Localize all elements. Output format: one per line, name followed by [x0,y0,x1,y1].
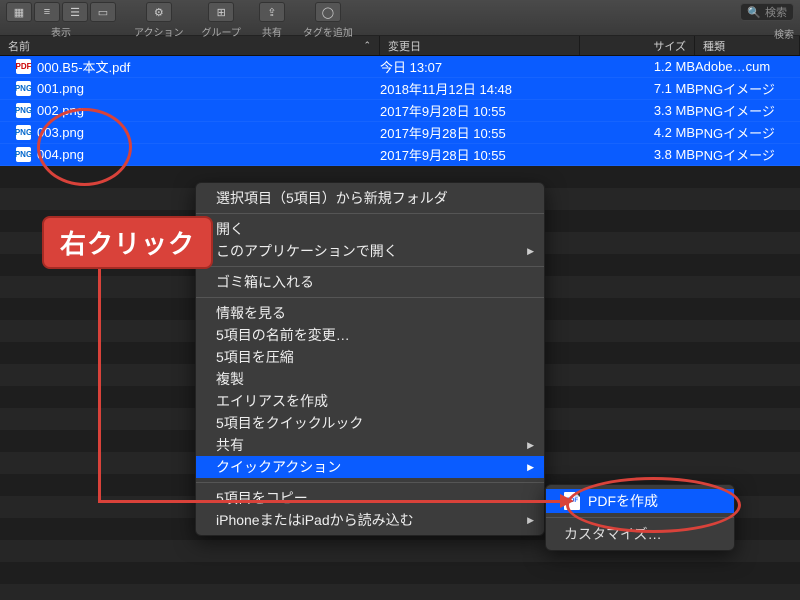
file-name: 000.B5-本文.pdf [37,57,130,76]
menu-separator [196,266,544,267]
file-date: 2017年9月28日 10:55 [380,145,580,164]
file-size: 3.8 MB [580,147,695,162]
file-date: 2017年9月28日 10:55 [380,101,580,120]
annotation-oval-pdf [566,477,741,533]
file-row[interactable]: PNG002.png2017年9月28日 10:553.3 MBPNGイメージ [0,100,800,122]
menu-item[interactable]: エイリアスを作成 [196,390,544,412]
context-menu: 選択項目（5項目）から新規フォルダ開くこのアプリケーションで開くゴミ箱に入れる情… [195,182,545,536]
file-row[interactable]: PNG 001.png 2018年11月12日 14:487.1 MBPNGイメージ [0,78,800,100]
annotation-line-v [98,260,101,503]
menu-item[interactable]: 選択項目（5項目）から新規フォルダ [196,187,544,209]
file-name: 001.png [37,81,84,96]
file-row[interactable]: PDF 000.B5-本文.pdf 今日 13:071.2 MBAdobe…cum [0,56,800,78]
col-date[interactable]: 変更日 [380,36,580,55]
file-size: 7.1 MB [580,81,695,96]
png-icon: PNG [16,147,31,162]
file-kind: PNGイメージ [695,101,800,120]
menu-item[interactable]: 5項目の名前を変更… [196,324,544,346]
file-date: 2018年11月12日 14:48 [380,79,580,98]
share-group: ⇪ 共有 [259,2,285,39]
menu-item[interactable]: 共有 [196,434,544,456]
search-input[interactable]: 🔍 検索 [740,3,794,21]
menu-item[interactable]: このアプリケーションで開く [196,240,544,262]
file-kind: Adobe…cum [695,59,800,74]
share-icon[interactable]: ⇪ [259,2,285,22]
file-date: 2017年9月28日 10:55 [380,123,580,142]
view-list-btn[interactable]: ≡ [34,2,60,22]
menu-separator [196,213,544,214]
sort-indicator-icon: ⌃ [363,40,371,51]
annotation-right-click-label: 右クリック [42,216,213,269]
toolbar: ▦ ≡ ☰ ▭ 表示 ⚙ アクション ⊞ グループ ⇪ 共有 ◯ タグを追加 🔍… [0,0,800,36]
menu-item[interactable]: 5項目をクイックルック [196,412,544,434]
group-group: ⊞ グループ [202,2,241,39]
menu-item[interactable]: 複製 [196,368,544,390]
search-placeholder: 検索 [765,4,787,20]
menu-separator [196,482,544,483]
group-icon[interactable]: ⊞ [208,2,234,22]
view-group: ▦ ≡ ☰ ▭ 表示 [6,2,116,39]
tag-group: ◯ タグを追加 [303,2,353,39]
file-size: 4.2 MB [580,125,695,140]
column-header: 名前 ⌃ 変更日 サイズ 種類 [0,36,800,56]
png-icon: PNG [16,125,31,140]
png-icon: PNG [16,81,31,96]
pdf-icon: PDF [16,59,31,74]
action-group: ⚙ アクション [134,2,184,39]
menu-item[interactable]: ゴミ箱に入れる [196,271,544,293]
view-gallery-btn[interactable]: ▭ [90,2,116,22]
menu-item[interactable]: 5項目をコピー [196,487,544,509]
menu-item[interactable]: iPhoneまたはiPadから読み込む [196,509,544,531]
col-kind[interactable]: 種類 [695,36,800,55]
col-size[interactable]: サイズ [580,36,695,55]
menu-item[interactable]: 情報を見る [196,302,544,324]
view-col-btn[interactable]: ☰ [62,2,88,22]
gear-icon[interactable]: ⚙ [146,2,172,22]
menu-separator [196,297,544,298]
file-kind: PNGイメージ [695,123,800,142]
png-icon: PNG [16,103,31,118]
search-icon: 🔍 [747,6,761,19]
file-kind: PNGイメージ [695,145,800,164]
file-date: 今日 13:07 [380,57,580,76]
file-size: 1.2 MB [580,59,695,74]
file-kind: PNGイメージ [695,79,800,98]
col-name[interactable]: 名前 ⌃ [0,36,380,55]
annotation-line-h [98,500,566,503]
tag-icon[interactable]: ◯ [315,2,341,22]
menu-item[interactable]: 5項目を圧縮 [196,346,544,368]
annotation-circle-filename [37,108,132,186]
menu-item[interactable]: 開く [196,218,544,240]
file-size: 3.3 MB [580,103,695,118]
menu-item[interactable]: クイックアクション [196,456,544,478]
view-icon-btn[interactable]: ▦ [6,2,32,22]
